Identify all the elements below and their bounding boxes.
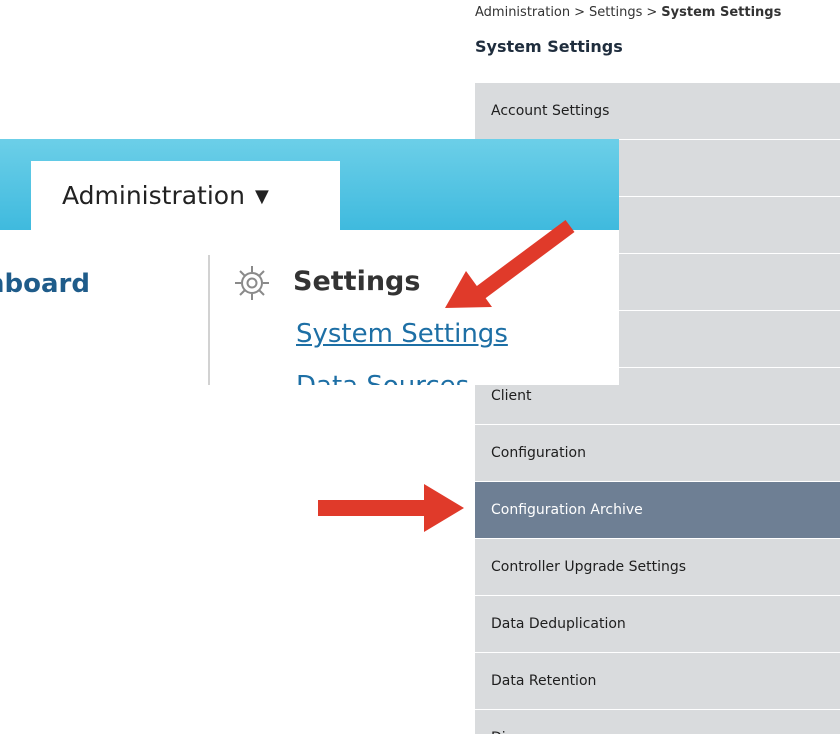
- breadcrumb-item-settings[interactable]: Settings: [589, 5, 642, 20]
- breadcrumb: Administration > Settings > System Settings: [475, 5, 840, 20]
- breadcrumb-separator: >: [574, 5, 586, 20]
- menu-item-data-retention[interactable]: Data Retention: [475, 653, 840, 710]
- breadcrumb-item-administration[interactable]: Administration: [475, 5, 570, 20]
- arrow-to-config-archive: [318, 484, 464, 532]
- menu-item-discovery[interactable]: Discovery: [475, 710, 840, 734]
- gear-icon: [235, 266, 269, 300]
- caret-down-icon: ▼: [254, 186, 269, 207]
- menu-item-account-settings[interactable]: Account Settings: [475, 83, 840, 140]
- breadcrumb-separator: >: [646, 5, 658, 20]
- data-sources-link[interactable]: Data Sources: [296, 371, 469, 385]
- menu-item-data-deduplication[interactable]: Data Deduplication: [475, 596, 840, 653]
- menu-item-controller-upgrade-settings[interactable]: Controller Upgrade Settings: [475, 539, 840, 596]
- administration-tab[interactable]: Administration ▼: [31, 161, 340, 230]
- dashboard-link[interactable]: hboard: [0, 269, 90, 299]
- nav-divider: [208, 255, 210, 385]
- breadcrumb-current: System Settings: [661, 5, 782, 20]
- menu-item-configuration[interactable]: Configuration: [475, 425, 840, 482]
- administration-tab-label: Administration: [62, 181, 245, 210]
- settings-heading: Settings: [293, 266, 421, 297]
- page-title: System Settings: [475, 37, 623, 56]
- menu-item-configuration-archive[interactable]: Configuration Archive: [475, 482, 840, 539]
- arrow-to-system-settings: [445, 219, 575, 308]
